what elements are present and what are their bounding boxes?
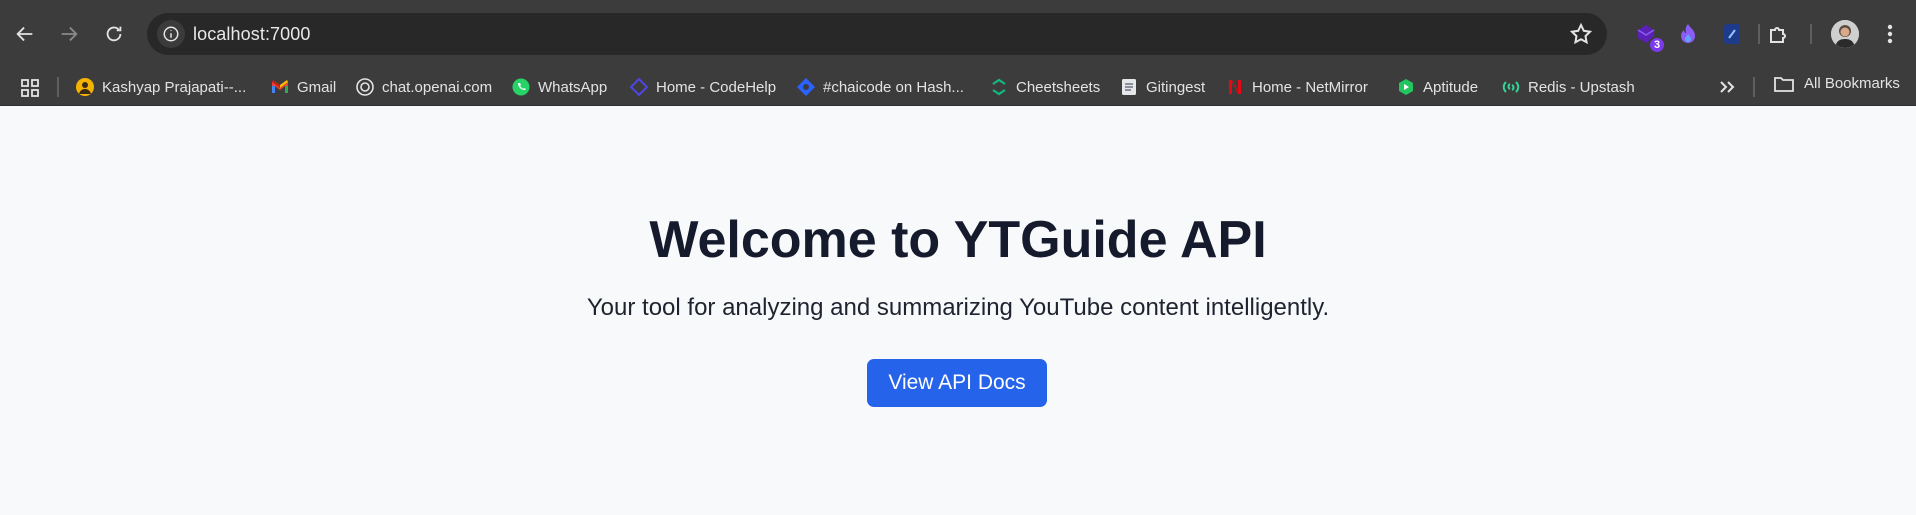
reload-button[interactable] <box>94 14 134 54</box>
gmail-icon <box>271 78 289 96</box>
page-content: Welcome to YTGuide API Your tool for ana… <box>0 106 1916 515</box>
all-bookmarks-label: All Bookmarks <box>1804 75 1900 92</box>
address-bar[interactable]: localhost:7000 <box>147 13 1607 55</box>
browser-toolbar: localhost:7000 3 <box>0 0 1916 68</box>
bookmark-item[interactable]: Gitingest <box>1120 75 1205 99</box>
bookmark-label: Redis - Upstash <box>1528 78 1635 96</box>
extension-button-2[interactable] <box>1672 18 1704 50</box>
page-title: Welcome to YTGuide API <box>649 211 1267 269</box>
hashnode-icon <box>797 78 815 96</box>
forward-button[interactable] <box>49 14 89 54</box>
bookmark-label: Gitingest <box>1146 78 1206 96</box>
all-bookmarks-button[interactable]: All Bookmarks <box>1774 75 1900 92</box>
bookmark-item[interactable]: chat.openai.com <box>356 75 492 99</box>
cheatsheets-icon <box>990 78 1008 96</box>
folder-icon <box>1774 76 1794 92</box>
forward-arrow-icon <box>61 26 78 42</box>
avatar-icon <box>76 78 94 96</box>
flame-icon <box>1681 24 1695 43</box>
bookmarks-separator <box>1753 77 1755 97</box>
double-chevron-icon <box>1720 81 1735 93</box>
openai-icon <box>356 78 374 96</box>
bookmark-label: Aptitude <box>1423 78 1479 96</box>
upstash-icon <box>1502 78 1520 96</box>
puzzle-icon <box>1770 27 1786 43</box>
bookmark-star-button[interactable] <box>1569 22 1593 46</box>
bookmark-item[interactable]: Redis - Upstash <box>1502 75 1635 99</box>
bookmark-label: Gmail <box>297 78 337 96</box>
page-subtitle: Your tool for analyzing and summarizing … <box>586 294 1330 321</box>
apps-grid-icon[interactable] <box>20 78 40 98</box>
bookmark-item[interactable]: #chaicode on Hash... <box>797 75 964 99</box>
gitingest-icon <box>1120 78 1138 96</box>
whatsapp-icon <box>512 78 530 96</box>
bookmark-label: WhatsApp <box>538 78 608 96</box>
browser-chrome: localhost:7000 3 Kashyap Prajapati--... … <box>0 0 1916 106</box>
phone-extension-icon <box>1724 24 1740 44</box>
extension-button-3[interactable] <box>1716 18 1748 50</box>
bookmark-item[interactable]: WhatsApp <box>512 75 607 99</box>
star-icon <box>1569 22 1593 45</box>
site-info-button[interactable] <box>157 20 185 48</box>
bookmark-label: #chaicode on Hash... <box>823 78 964 96</box>
toolbar-separator <box>1810 24 1812 44</box>
netmirror-icon <box>1226 78 1244 96</box>
bookmark-label: Kashyap Prajapati--... <box>102 78 247 96</box>
codehelp-icon <box>630 78 648 96</box>
bookmark-item[interactable]: Home - CodeHelp <box>630 75 776 99</box>
extension-button-1[interactable]: 3 <box>1630 18 1666 54</box>
info-icon <box>163 26 179 42</box>
reload-icon <box>106 26 122 42</box>
extensions-menu-button[interactable] <box>1762 18 1794 50</box>
view-api-docs-button[interactable]: View API Docs <box>867 359 1047 407</box>
profile-avatar[interactable] <box>1831 20 1859 48</box>
bookmarks-bar: Kashyap Prajapati--... Gmail chat.openai… <box>0 68 1916 106</box>
bookmark-label: Home - CodeHelp <box>656 78 777 96</box>
more-bookmarks-button[interactable] <box>1715 76 1739 98</box>
bookmark-item[interactable]: Home - NetMirror <box>1226 75 1368 99</box>
profile-icon <box>1831 20 1859 48</box>
toolbar-separator <box>1758 24 1760 44</box>
aptitude-icon <box>1397 78 1415 96</box>
bookmark-item[interactable]: Aptitude <box>1397 75 1478 99</box>
bookmark-item[interactable]: Cheetsheets <box>990 75 1100 99</box>
back-arrow-icon <box>16 26 33 42</box>
bookmark-item[interactable]: Gmail <box>271 75 336 99</box>
bookmark-label: chat.openai.com <box>382 78 493 96</box>
bookmark-label: Cheetsheets <box>1016 78 1101 96</box>
url-text[interactable]: localhost:7000 <box>193 24 311 45</box>
extension-badge: 3 <box>1648 36 1666 54</box>
bookmarks-separator <box>57 77 59 97</box>
browser-menu-button[interactable] <box>1876 20 1904 48</box>
bookmark-item[interactable]: Kashyap Prajapati--... <box>76 75 246 99</box>
bookmark-label: Home - NetMirror <box>1252 78 1368 96</box>
back-button[interactable] <box>5 14 45 54</box>
kebab-menu-icon <box>1887 24 1893 44</box>
